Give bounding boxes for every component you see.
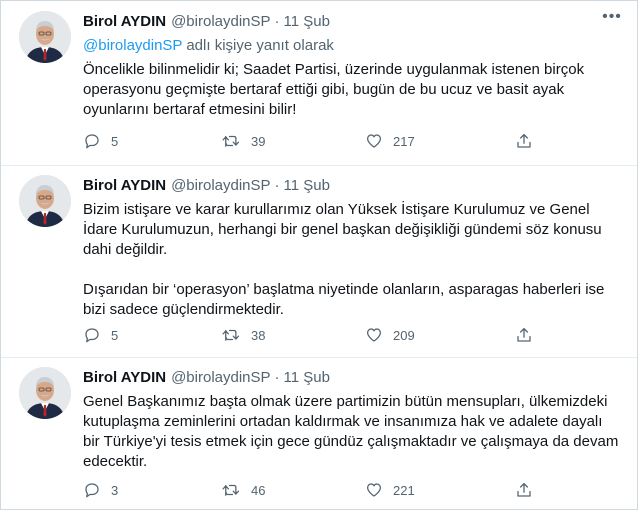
tweet-paragraph: Genel Başkanımız başta olmak üzere parti…	[83, 393, 619, 470]
tweet-date[interactable]: 11 Şub	[284, 177, 330, 194]
author-handle[interactable]: @birolaydinSP	[171, 13, 270, 30]
share-button[interactable]	[515, 481, 533, 499]
tweet-paragraph: Öncelikle bilinmelidir ki; Saadet Partis…	[83, 61, 585, 118]
tweet-thread: Birol AYDIN @birolaydinSP · 11 Şub ••• @…	[0, 0, 638, 510]
separator-dot: ·	[274, 13, 280, 30]
tweet-2[interactable]: Birol AYDIN @birolaydinSP · 11 Şub Bizim…	[1, 165, 637, 357]
avatar[interactable]	[19, 175, 71, 227]
author-name[interactable]: Birol AYDIN	[83, 177, 166, 194]
reply-icon	[85, 134, 99, 149]
retweet-icon	[222, 484, 240, 496]
tweet-actions: 5 39 217	[83, 131, 543, 151]
heart-icon	[366, 483, 382, 497]
like-button[interactable]: 209	[365, 326, 415, 344]
like-count: 217	[393, 133, 415, 149]
avatar-image	[19, 175, 71, 227]
retweet-count: 38	[251, 327, 266, 343]
reply-button[interactable]: 3	[83, 481, 118, 499]
reply-context-text: adlı kişiye yanıt olarak	[182, 37, 334, 54]
tweet-header: Birol AYDIN @birolaydinSP · 11 Şub	[83, 369, 623, 389]
tweet-content: Birol AYDIN @birolaydinSP · 11 Şub Genel…	[83, 369, 623, 472]
tweet-actions: 5 38 209	[83, 325, 543, 345]
author-handle[interactable]: @birolaydinSP	[171, 177, 270, 194]
separator-dot: ·	[274, 177, 280, 194]
author-handle[interactable]: @birolaydinSP	[171, 369, 270, 386]
retweet-icon	[222, 135, 240, 147]
share-button[interactable]	[515, 132, 533, 150]
avatar-image	[19, 11, 71, 63]
tweet-date[interactable]: 11 Şub	[284, 13, 330, 30]
reply-context: @birolaydinSP adlı kişiye yanıt olarak	[83, 37, 623, 57]
tweet-1[interactable]: Birol AYDIN @birolaydinSP · 11 Şub ••• @…	[1, 1, 637, 165]
retweet-button[interactable]: 38	[221, 326, 265, 344]
avatar-image	[19, 367, 71, 419]
like-count: 209	[393, 327, 415, 343]
tweet-content: Birol AYDIN @birolaydinSP · 11 Şub ••• @…	[83, 9, 623, 120]
retweet-icon	[222, 329, 240, 341]
tweet-3[interactable]: Birol AYDIN @birolaydinSP · 11 Şub Genel…	[1, 357, 637, 511]
reply-count: 5	[111, 327, 119, 343]
reply-button[interactable]: 5	[83, 326, 118, 344]
share-button[interactable]	[515, 326, 533, 344]
avatar[interactable]	[19, 11, 71, 63]
heart-icon	[366, 134, 382, 148]
heart-icon	[366, 328, 382, 342]
retweet-count: 46	[251, 482, 266, 498]
tweet-actions: 3 46 221	[83, 480, 543, 500]
reply-count: 3	[111, 482, 119, 498]
retweet-count: 39	[251, 133, 266, 149]
retweet-button[interactable]: 39	[221, 132, 265, 150]
reply-icon	[85, 483, 99, 498]
tweet-paragraph: Dışarıdan bir ‘operasyon’ başlatma niyet…	[83, 281, 605, 318]
avatar[interactable]	[19, 367, 71, 419]
separator-dot: ·	[274, 369, 280, 386]
tweet-header: Birol AYDIN @birolaydinSP · 11 Şub	[83, 177, 623, 197]
like-count: 221	[393, 482, 415, 498]
reply-button[interactable]: 5	[83, 132, 118, 150]
tweet-paragraph: Bizim istişare ve karar kurullarımız ola…	[83, 201, 602, 258]
tweet-content: Birol AYDIN @birolaydinSP · 11 Şub Bizim…	[83, 177, 623, 320]
share-icon	[517, 133, 531, 148]
reply-mention-link[interactable]: @birolaydinSP	[83, 37, 182, 54]
author-name[interactable]: Birol AYDIN	[83, 13, 166, 30]
more-icon[interactable]: •••	[601, 9, 623, 27]
tweet-text: Genel Başkanımız başta olmak üzere parti…	[83, 392, 623, 472]
share-icon	[517, 327, 531, 342]
like-button[interactable]: 217	[365, 132, 415, 150]
retweet-button[interactable]: 46	[221, 481, 265, 499]
author-name[interactable]: Birol AYDIN	[83, 369, 166, 386]
reply-count: 5	[111, 133, 119, 149]
tweet-text: Bizim istişare ve karar kurullarımız ola…	[83, 200, 623, 320]
share-icon	[517, 482, 531, 497]
tweet-text: Öncelikle bilinmelidir ki; Saadet Partis…	[83, 60, 623, 120]
tweet-date[interactable]: 11 Şub	[284, 369, 330, 386]
like-button[interactable]: 221	[365, 481, 415, 499]
tweet-header: Birol AYDIN @birolaydinSP · 11 Şub	[83, 13, 623, 33]
reply-icon	[85, 328, 99, 343]
